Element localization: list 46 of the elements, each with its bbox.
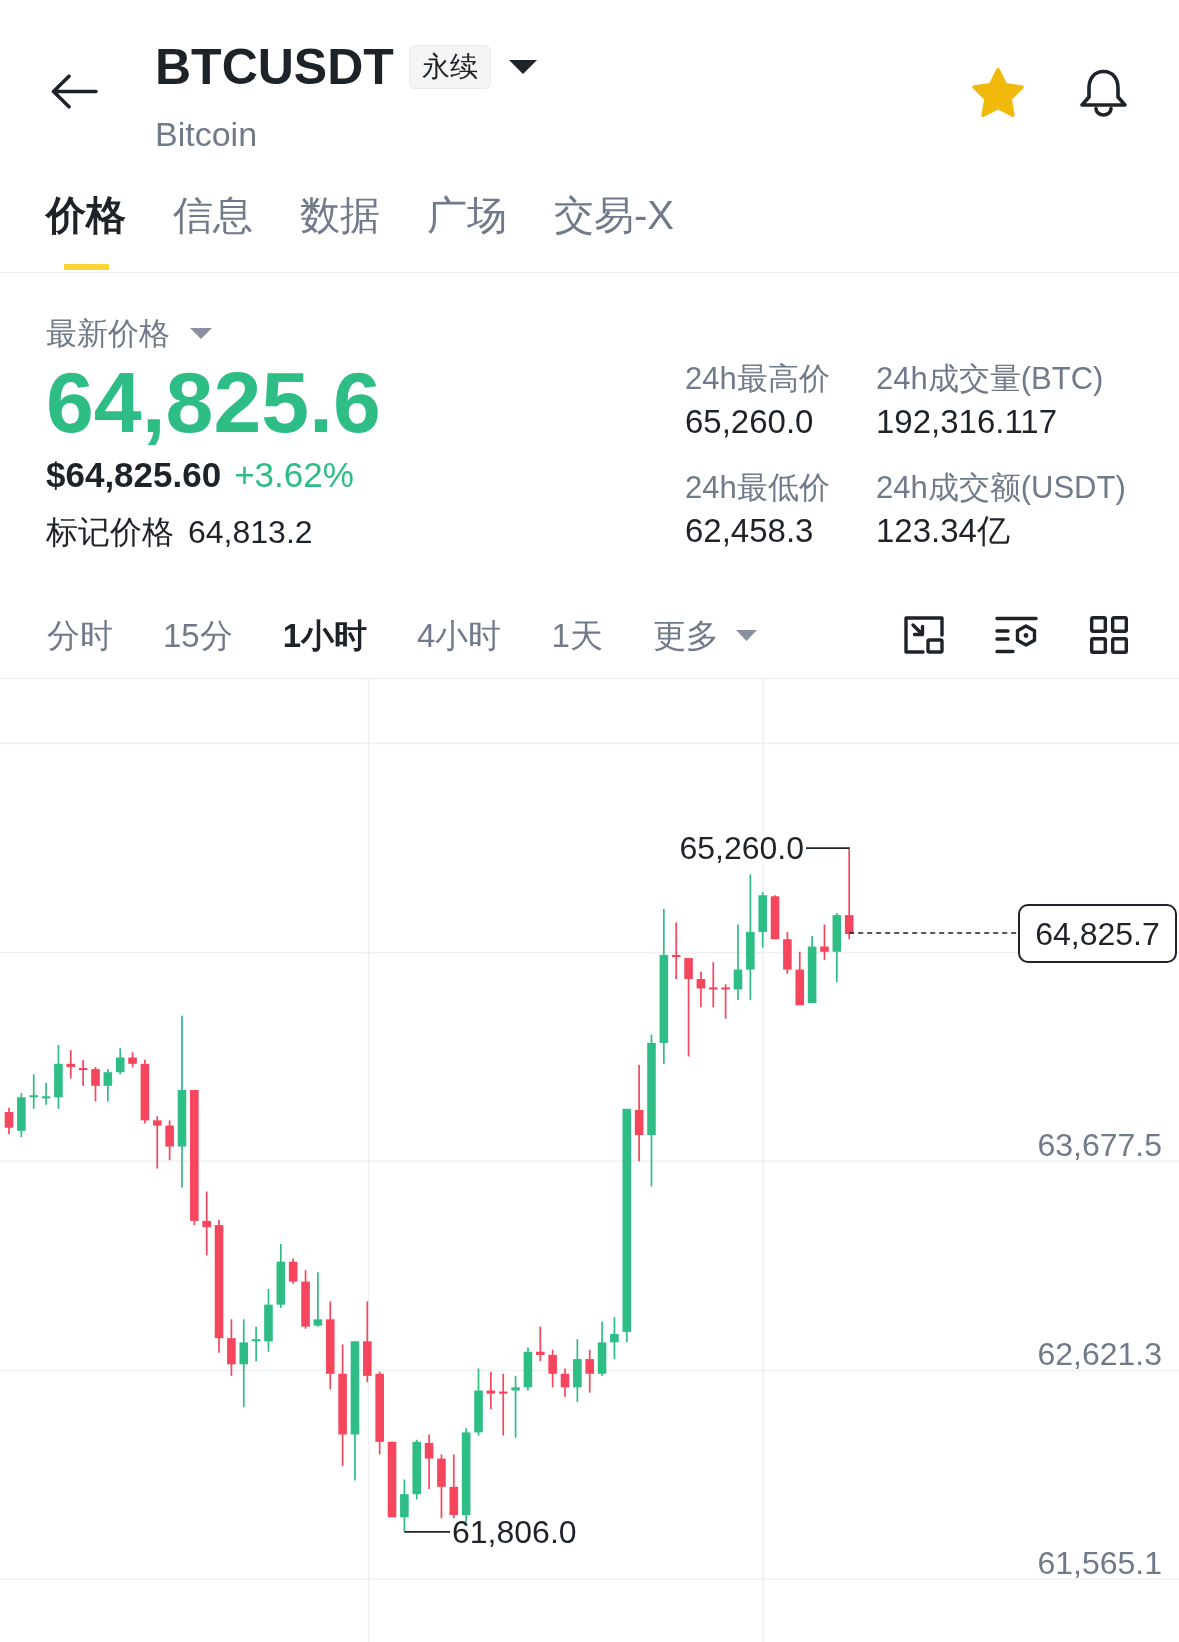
caret-icon[interactable] bbox=[508, 60, 537, 74]
interval-tab[interactable]: 1天 bbox=[551, 618, 603, 652]
tab[interactable]: 广场 bbox=[427, 185, 507, 272]
stat-label: 24h最高价 bbox=[685, 363, 830, 394]
bell-icon[interactable] bbox=[1079, 69, 1128, 117]
low-price-label: 61,806.0 bbox=[452, 1516, 577, 1548]
stat-label: 24h成交额(USDT) bbox=[876, 472, 1126, 503]
tab[interactable]: 价格 bbox=[46, 185, 126, 272]
caret-icon bbox=[735, 629, 757, 641]
interval-tab[interactable]: 15分 bbox=[163, 618, 233, 652]
interval-tab[interactable]: 分时 bbox=[47, 618, 113, 652]
grid-icon[interactable] bbox=[1090, 616, 1128, 654]
stat-value: 62,458.3 bbox=[685, 514, 814, 547]
stat-label: 24h最低价 bbox=[685, 472, 830, 503]
mark-price-label: 标记价格 bbox=[46, 516, 174, 548]
price-axis-label: 62,621.3 bbox=[1037, 1337, 1162, 1370]
price-change: +3.62% bbox=[234, 457, 354, 492]
stat-value: 192,316.117 bbox=[876, 405, 1058, 438]
price-axis-label: 61,565.1 bbox=[1037, 1547, 1162, 1580]
stat-value: 65,260.0 bbox=[685, 405, 814, 438]
price-type-dropdown[interactable]: 最新价格 bbox=[46, 318, 212, 349]
interval-tab[interactable]: 1小时 bbox=[282, 618, 368, 652]
stat-label: 24h成交量(BTC) bbox=[876, 363, 1104, 394]
interval-tab[interactable]: 4小时 bbox=[417, 618, 502, 652]
tab[interactable]: 数据 bbox=[300, 185, 380, 272]
back-icon[interactable] bbox=[51, 74, 98, 109]
stat-value: 123.34亿 bbox=[876, 514, 1010, 547]
last-price: 64,825.6 bbox=[46, 359, 381, 445]
contract-type-badge: 永续 bbox=[408, 45, 491, 89]
last-price-tag: 64,825.7 bbox=[1018, 904, 1177, 963]
leader-line bbox=[403, 1531, 451, 1533]
price-axis-label: 63,677.5 bbox=[1037, 1128, 1162, 1161]
selected-tab-indicator bbox=[63, 264, 109, 270]
mark-price-value: 64,813.2 bbox=[188, 516, 313, 548]
leader-line bbox=[805, 847, 850, 849]
tab[interactable]: 交易-X bbox=[554, 185, 674, 272]
usd-price: $64,825.60 bbox=[46, 457, 222, 492]
more-dropdown[interactable]: 更多 bbox=[652, 618, 757, 652]
symbol-title: BTCUSDT bbox=[155, 42, 394, 92]
frame-arrow-icon[interactable] bbox=[904, 616, 944, 654]
tab[interactable]: 信息 bbox=[173, 185, 253, 272]
caret-icon bbox=[190, 328, 212, 339]
star-icon[interactable] bbox=[972, 68, 1024, 117]
high-price-label: 65,260.0 bbox=[679, 832, 804, 864]
coin-name: Bitcoin bbox=[155, 117, 258, 151]
lines-hexagon-icon[interactable] bbox=[995, 616, 1038, 654]
